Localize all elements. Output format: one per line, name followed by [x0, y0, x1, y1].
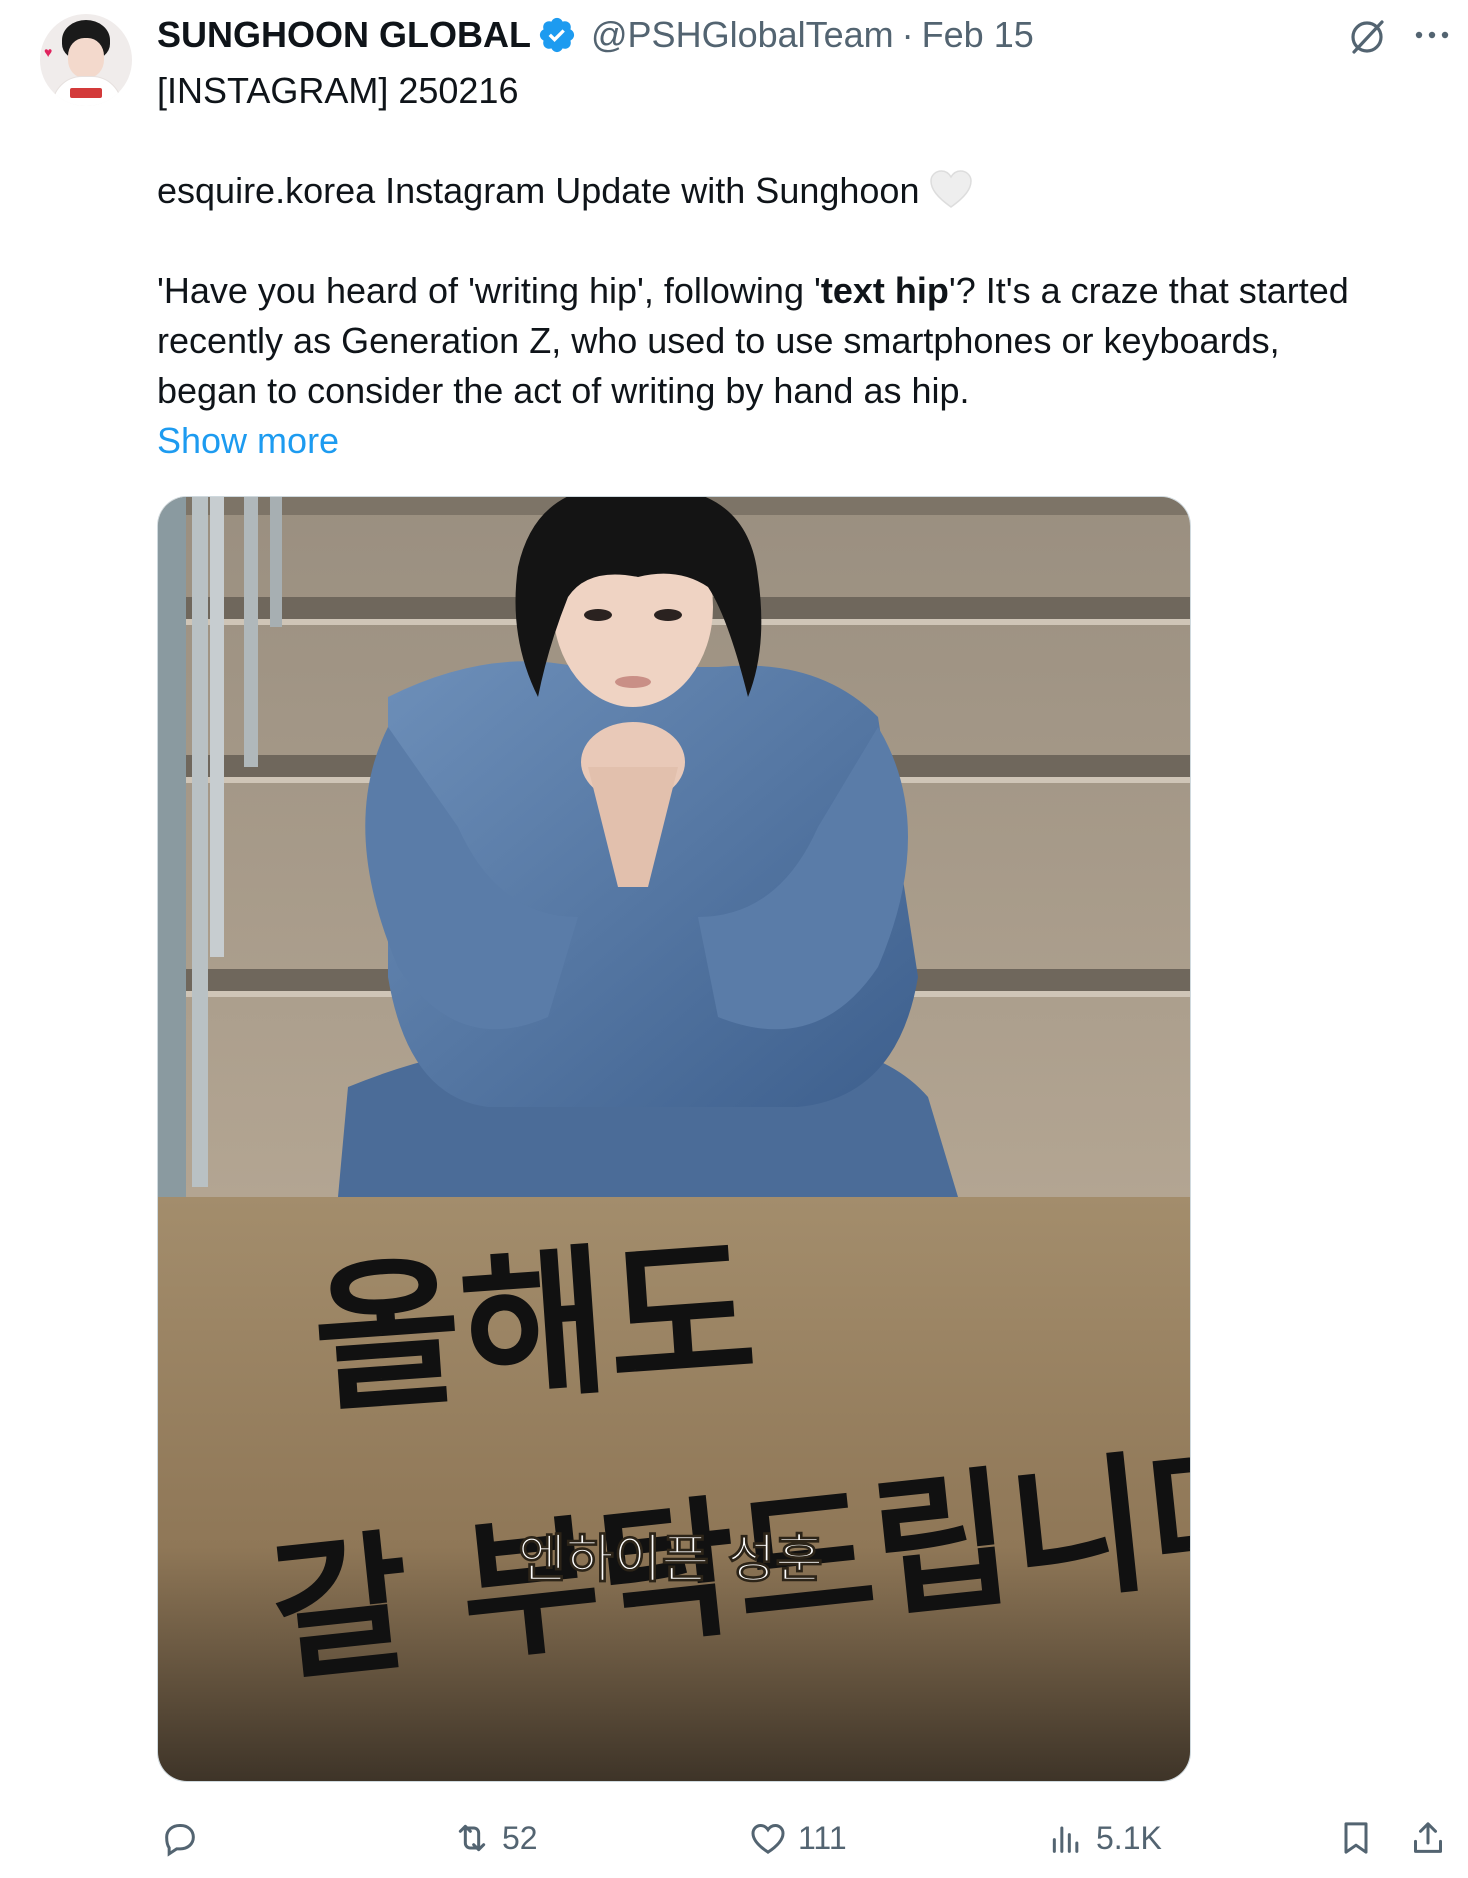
- views-button[interactable]: 5.1K: [1046, 1818, 1162, 1858]
- like-button[interactable]: 111: [748, 1818, 847, 1858]
- views-count: 5.1K: [1096, 1819, 1162, 1856]
- bookmark-icon: [1344, 1822, 1368, 1854]
- tweet-text-line-1: [INSTAGRAM] 250216: [157, 70, 519, 111]
- like-count: 111: [798, 1819, 847, 1856]
- tweet-text-line-5: began to consider the act of writing by …: [157, 370, 970, 411]
- calligraphy-line-1: 올해도: [308, 1217, 762, 1435]
- media-caption: 엔하이픈 성훈: [518, 1530, 823, 1590]
- header-separator: ·: [901, 14, 914, 55]
- grok-icon[interactable]: [1346, 16, 1388, 58]
- tweet-body-part-1: 'Have you heard of 'writing hip', follow…: [157, 270, 821, 311]
- author-handle[interactable]: @PSHGlobalTeam: [591, 14, 894, 56]
- author-name[interactable]: SUNGHOON GLOBAL: [157, 14, 531, 56]
- avatar-face: [68, 38, 104, 78]
- tweet-header: SUNGHOON GLOBAL @PSHGlobalTeam · Feb 15: [157, 12, 1034, 58]
- reply-icon: [165, 1824, 195, 1857]
- tweet-date[interactable]: Feb 15: [922, 14, 1034, 56]
- retweet-count: 52: [502, 1819, 538, 1856]
- views-icon: [1052, 1826, 1079, 1853]
- avatar-badge: [70, 88, 102, 98]
- author-avatar[interactable]: ♥: [40, 14, 132, 106]
- tweet-text-line-4: recently as Generation Z, who used to us…: [157, 320, 1280, 361]
- tweet-text-line-3: 'Have you heard of 'writing hip', follow…: [157, 266, 1349, 316]
- retweet-button[interactable]: 52: [452, 1818, 538, 1858]
- verified-badge-icon: [539, 17, 575, 53]
- tweet-body-part-2: '? It's a craze that started: [948, 270, 1349, 311]
- reply-button[interactable]: [160, 1818, 210, 1858]
- tweet-text-line-2-content: esquire.korea Instagram Update with Sung…: [157, 170, 920, 211]
- heart-icon: [751, 1823, 785, 1854]
- tweet-text-line-2: esquire.korea Instagram Update with Sung…: [157, 166, 973, 216]
- more-icon[interactable]: [1410, 20, 1454, 50]
- media-svg: 올해도 갈 부탁드립니다 엔하이픈 성훈: [158, 497, 1190, 1781]
- show-more-link[interactable]: Show more: [157, 416, 339, 466]
- tweet-media-image[interactable]: 올해도 갈 부탁드립니다 엔하이픈 성훈: [157, 496, 1191, 1782]
- tweet-body-bold: text hip: [820, 270, 949, 311]
- share-button[interactable]: [1408, 1818, 1448, 1858]
- avatar-heart-icon: ♥: [44, 44, 53, 60]
- bookmark-button[interactable]: [1336, 1818, 1376, 1858]
- white-heart-icon: [930, 170, 973, 208]
- share-icon: [1414, 1822, 1442, 1853]
- retweet-icon: [458, 1824, 486, 1852]
